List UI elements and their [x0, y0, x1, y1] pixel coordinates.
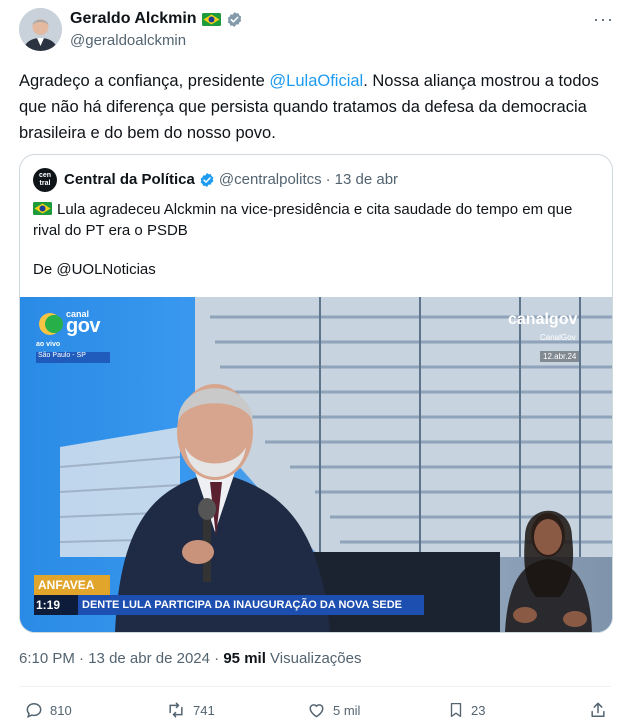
share-button[interactable] [588, 700, 608, 720]
author-handle[interactable]: @geraldoalckmin [70, 32, 186, 49]
bookmark-button[interactable]: 23 [447, 700, 485, 720]
video-player[interactable]: canal gov ao vivo São Paulo - SP canalgo… [20, 297, 612, 632]
divider [19, 686, 611, 687]
quote-date[interactable]: 13 de abr [335, 171, 398, 188]
views-count: 95 mil [223, 650, 266, 667]
video-logo-main: gov [66, 315, 101, 337]
video-location: São Paulo - SP [38, 352, 86, 359]
reply-icon [26, 702, 42, 718]
reply-button[interactable]: 810 [24, 700, 72, 720]
quoted-tweet[interactable]: cen tral Central da Política @centralpol… [19, 154, 613, 633]
mention-link[interactable]: @LulaOficial [269, 72, 363, 90]
author-name-row[interactable]: Geraldo Alckmin [70, 10, 243, 28]
quote-avatar-text: cen tral [38, 172, 52, 187]
quote-source: De @UOLNoticias [33, 261, 156, 278]
verified-badge-icon [200, 172, 214, 187]
brazil-flag-icon [33, 202, 52, 216]
more-options-icon[interactable]: ··· [593, 9, 614, 30]
video-ticker: DENTE LULA PARTICIPA DA INAUGURAÇÃO DA N… [82, 599, 403, 611]
share-icon [591, 702, 605, 717]
verified-badge-icon [227, 11, 241, 27]
brazil-flag-icon [201, 12, 221, 26]
quote-text-body: Lula agradeceu Alckmin na vice-presidênc… [33, 201, 573, 239]
quote-header: Central da Política @centralpolitcs · 13… [64, 171, 398, 188]
like-count: 5 mil [333, 702, 361, 718]
reply-count: 810 [50, 702, 72, 718]
quote-separator: · [325, 171, 331, 188]
quote-text: Lula agradeceu Alckmin na vice-presidênc… [33, 199, 603, 241]
tweet-meta: 6:10 PM · 13 de abr de 2024 · 95 mil Vis… [19, 650, 362, 667]
tweet-date[interactable]: 13 de abr de 2024 [88, 650, 210, 667]
author-name[interactable]: Geraldo Alckmin [70, 10, 197, 28]
tweet-time[interactable]: 6:10 PM [19, 650, 75, 667]
retweet-icon [169, 702, 183, 718]
author-avatar[interactable] [19, 8, 62, 51]
heart-icon [309, 704, 324, 718]
tweet-text-start: Agradeço a confiança, presidente [19, 72, 270, 90]
quote-author-name[interactable]: Central da Política [64, 171, 195, 188]
video-frame [20, 297, 612, 632]
retweet-count: 741 [193, 702, 215, 718]
bookmark-icon [450, 702, 462, 718]
bookmark-count: 23 [471, 702, 486, 718]
video-corner-logo-b: gov [548, 311, 578, 328]
video-tag: ANFAVEA [38, 578, 95, 592]
video-corner-logo: canalgov [508, 311, 577, 329]
tweet-text: Agradeço a confiança, presidente @LulaOf… [19, 68, 619, 146]
video-corner-logo-a: canal [508, 311, 549, 328]
meta-sep: · [79, 650, 85, 667]
video-live-label: ao vivo [36, 341, 61, 348]
like-button[interactable]: 5 mil [306, 700, 360, 720]
quote-author-handle[interactable]: @centralpolitcs [219, 171, 322, 188]
video-corner-date: 12.abr.24 [540, 351, 580, 362]
meta-sep-2: · [214, 650, 220, 667]
quote-avatar[interactable]: cen tral [33, 168, 57, 192]
video-corner-sub: CanalGov [540, 333, 576, 342]
video-duration: 1:19 [36, 598, 61, 612]
retweet-button[interactable]: 741 [165, 700, 215, 720]
views-label: Visualizações [270, 650, 362, 667]
